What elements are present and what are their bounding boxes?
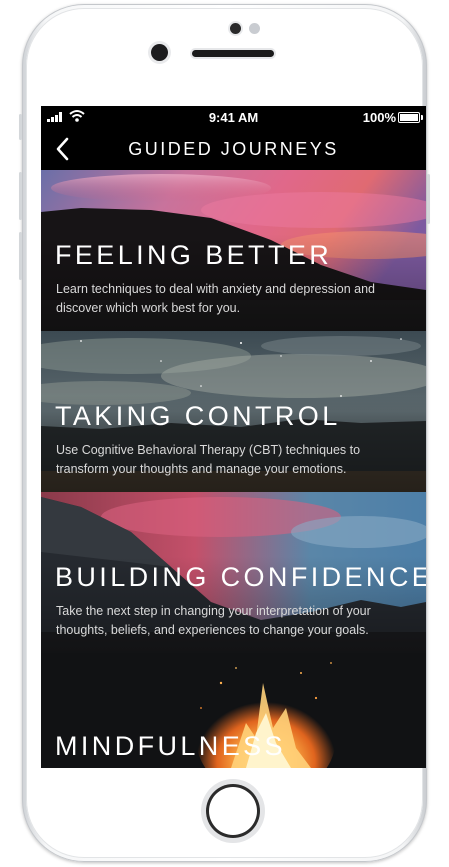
volume-up-button (19, 172, 22, 220)
volume-down-button (19, 232, 22, 280)
front-camera-icon (151, 44, 168, 61)
journey-title: BUILDING CONFIDENCE (55, 562, 426, 592)
journey-card-mindfulness[interactable]: MINDFULNESS (41, 653, 426, 768)
earpiece-speaker (192, 50, 274, 57)
home-button[interactable] (206, 784, 260, 838)
battery-icon (398, 112, 423, 123)
page-title: GUIDED JOURNEYS (128, 139, 339, 159)
sensor-dot (230, 23, 241, 34)
app-screen: 9:41 AM 100% GUIDED JOURNEYS FEELING BET… (41, 106, 426, 768)
journey-title: TAKING CONTROL (55, 401, 341, 431)
mute-switch (19, 114, 22, 140)
journey-card-feeling-better[interactable]: FEELING BETTER Learn techniques to deal … (41, 170, 426, 331)
journey-description: Learn techniques to deal with anxiety an… (56, 282, 375, 315)
journey-description: Use Cognitive Behavioral Therapy (CBT) t… (56, 443, 361, 476)
journey-title: FEELING BETTER (55, 240, 333, 270)
journey-title: MINDFULNESS (55, 731, 286, 761)
status-bar: 9:41 AM 100% (41, 106, 426, 128)
journey-description: Take the next step in changing your inte… (56, 604, 371, 637)
power-button (427, 174, 430, 224)
sensor-dot (249, 23, 260, 34)
journey-card-building-confidence[interactable]: BUILDING CONFIDENCE Take the next step i… (41, 492, 426, 653)
battery-percent: 100% (362, 110, 396, 125)
journey-card-taking-control[interactable]: TAKING CONTROL Use Cognitive Behavioral … (41, 331, 426, 492)
nav-bar: GUIDED JOURNEYS (41, 128, 426, 170)
